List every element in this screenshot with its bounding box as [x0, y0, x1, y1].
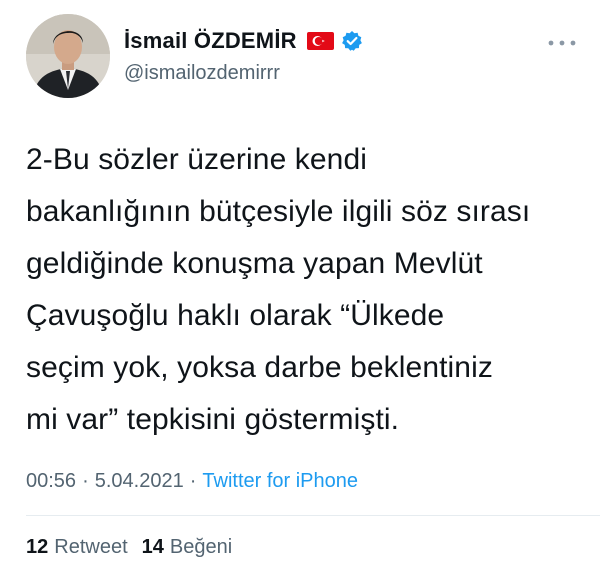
- author-handle[interactable]: @ismailozdemirrr: [124, 62, 280, 85]
- likes-label: Beğeni: [169, 536, 233, 558]
- tweet-text-line: seçim yok, yoksa darbe beklentiniz: [26, 351, 493, 384]
- tweet-text-line: Çavuşoğlu haklı olarak “Ülkede: [26, 299, 445, 332]
- display-name[interactable]: İsmail ÖZDEMİR: [124, 28, 297, 54]
- retweets-label: Retweet: [54, 536, 128, 558]
- tweet-stats: 12 Retweet 14 Beğeni: [26, 536, 246, 559]
- retweets-count: 12: [26, 536, 49, 558]
- tweet-text-line: bakanlığının bütçesiyle ilgili söz sıras…: [26, 195, 531, 228]
- divider: [26, 515, 600, 516]
- meta-separator: ·: [189, 470, 197, 492]
- tweet-text-line: geldiğinde konuşma yapan Mevlüt: [26, 247, 483, 280]
- more-dots-icon[interactable]: [544, 36, 580, 50]
- meta-separator: ·: [82, 470, 89, 492]
- tweet-text-line: mi var” tepkisini göstermişti.: [26, 403, 400, 436]
- likes-count: 14: [141, 536, 164, 558]
- tweet-date[interactable]: 5.04.2021: [95, 470, 184, 492]
- tweet-text-line: 2-Bu sözler üzerine kendi: [26, 143, 368, 176]
- avatar[interactable]: [26, 14, 110, 98]
- tweet-source-link[interactable]: Twitter for iPhone: [202, 470, 358, 492]
- tweet-text: 2-Bu sözler üzerine kendi bakanlığının b…: [26, 134, 586, 446]
- retweets-stat[interactable]: 12 Retweet: [26, 536, 128, 559]
- tweet-time[interactable]: 00:56: [26, 470, 76, 492]
- likes-stat[interactable]: 14 Beğeni: [142, 536, 233, 559]
- tweet-card: İsmail ÖZDEMİR @ismailozdemirrr 2-Bu söz…: [0, 0, 600, 574]
- profile-photo: [26, 14, 110, 98]
- tweet-meta: 00:56 · 5.04.2021 · Twitter for iPhone: [26, 470, 358, 493]
- author-name-row: İsmail ÖZDEMİR: [124, 26, 363, 56]
- turkish-flag-icon: [306, 32, 334, 50]
- verified-badge-icon: [341, 30, 363, 52]
